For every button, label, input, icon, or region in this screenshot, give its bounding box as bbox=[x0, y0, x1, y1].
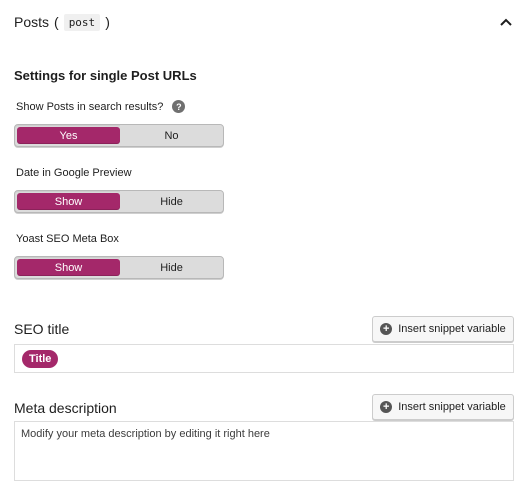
help-icon[interactable]: ? bbox=[172, 100, 186, 113]
meta-description-input[interactable]: Modify your meta description by editing … bbox=[14, 421, 514, 481]
close-paren: ) bbox=[105, 14, 110, 30]
meta-box-hide[interactable]: Hide bbox=[120, 257, 223, 278]
search-results-no[interactable]: No bbox=[120, 125, 223, 146]
date-preview-hide[interactable]: Hide bbox=[120, 191, 223, 212]
meta-box-show[interactable]: Show bbox=[17, 259, 120, 276]
title-variable-pill[interactable]: Title bbox=[22, 350, 59, 368]
date-preview-label: Date in Google Preview bbox=[16, 167, 132, 179]
meta-box-label: Yoast SEO Meta Box bbox=[16, 233, 119, 245]
search-results-label: Show Posts in search results? ? bbox=[16, 100, 186, 113]
section-title-text: Posts bbox=[14, 14, 50, 30]
meta-box-toggle[interactable]: Show Hide bbox=[14, 256, 224, 279]
date-preview-toggle[interactable]: Show Hide bbox=[14, 190, 224, 213]
search-results-toggle[interactable]: Yes No bbox=[14, 124, 224, 147]
seo-title-input[interactable]: Title bbox=[14, 344, 514, 373]
seo-title-label: SEO title bbox=[14, 321, 70, 337]
seo-title-insert-snippet-button[interactable]: + Insert snippet variable bbox=[372, 316, 514, 342]
seo-title-insert-snippet-label: Insert snippet variable bbox=[398, 323, 506, 335]
meta-description-insert-snippet-button[interactable]: + Insert snippet variable bbox=[372, 394, 514, 420]
search-results-label-text: Show Posts in search results? bbox=[16, 100, 164, 113]
chevron-up-icon[interactable] bbox=[498, 14, 514, 30]
post-type-code: post bbox=[63, 13, 101, 31]
meta-description-insert-snippet-label: Insert snippet variable bbox=[398, 401, 506, 413]
open-paren: ( bbox=[54, 14, 59, 30]
meta-description-label: Meta description bbox=[14, 400, 117, 416]
date-preview-show[interactable]: Show bbox=[17, 193, 120, 210]
section-title: Posts ( post ) bbox=[14, 13, 112, 31]
meta-description-placeholder: Modify your meta description by editing … bbox=[21, 428, 270, 440]
plus-circle-icon: + bbox=[380, 323, 393, 335]
plus-circle-icon: + bbox=[380, 401, 393, 413]
search-results-yes[interactable]: Yes bbox=[17, 127, 120, 144]
section-header[interactable]: Posts ( post ) bbox=[14, 12, 514, 32]
settings-heading: Settings for single Post URLs bbox=[14, 68, 197, 83]
